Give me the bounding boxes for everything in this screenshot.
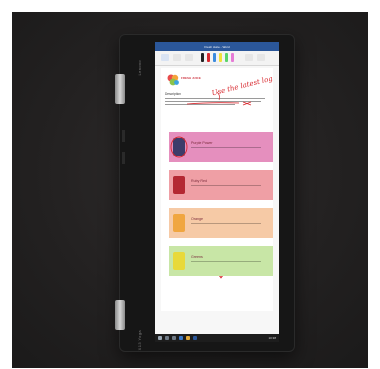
tablet-screen: Fresh Juice - Word FRESH JUICE Use the l… [155,42,279,342]
card-title: Orange [191,217,203,221]
ribbon-button[interactable] [257,54,265,61]
pen-black-icon[interactable] [201,53,204,62]
folder-icon[interactable] [186,336,190,340]
product-card[interactable]: Greens [169,246,273,276]
word-titlebar: Fresh Juice - Word [155,42,279,51]
ribbon-button[interactable] [245,54,253,61]
taskbar-clock: 10:38 [268,336,276,340]
edge-icon[interactable] [179,336,183,340]
tablet-device: Lenovo X13 Yoga Fresh Juice - Word FRESH… [115,34,295,352]
pen-red-icon[interactable] [207,53,210,62]
card-description-line [191,185,261,186]
product-card[interactable]: Orange [169,208,273,238]
ribbon-button[interactable] [185,54,193,61]
document-page: FRESH JUICE Use the latest log Descripti… [161,68,274,311]
card-title: Purple Power [191,141,213,145]
windows-taskbar: 10:38 [155,334,279,342]
pen-blue-icon[interactable] [213,53,216,62]
ribbon-button[interactable] [161,54,169,61]
highlighter-pink-icon[interactable] [231,53,234,62]
green-juice-icon [173,252,185,270]
card-description-line [191,261,261,262]
word-ribbon [155,51,279,66]
red-juice-icon [173,176,185,194]
highlighter-yellow-icon[interactable] [219,53,222,62]
card-title: Ruby Red [191,179,207,183]
product-card[interactable]: Ruby Red [169,170,273,200]
card-description-line [191,147,261,148]
search-icon[interactable] [165,336,169,340]
side-port [122,152,125,164]
start-icon[interactable] [158,336,162,340]
card-description-line [191,223,261,224]
product-photo: Lenovo X13 Yoga Fresh Juice - Word FRESH… [12,12,368,368]
side-port [122,130,125,142]
ink-circle [170,136,188,158]
card-title: Greens [191,255,203,259]
highlighter-green-icon[interactable] [225,53,228,62]
orange-juice-icon [173,214,185,232]
ribbon-button[interactable] [173,54,181,61]
device-model: X13 Yoga [137,330,142,351]
device-brand: Lenovo [137,60,142,76]
word-icon[interactable] [193,336,197,340]
product-card[interactable]: Purple Power [169,132,273,162]
hinge-bottom [115,300,125,330]
hinge-top [115,74,125,104]
taskview-icon[interactable] [172,336,176,340]
